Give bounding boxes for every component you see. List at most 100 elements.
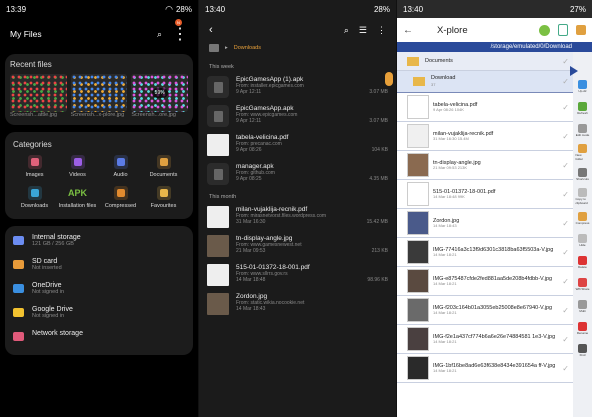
file-row[interactable]: IMG-f2e1a437cf774b6a6e26e74884581 1e3-V.… — [397, 325, 573, 354]
tool-wifi-share[interactable]: Wifi Share — [576, 274, 590, 294]
file-row[interactable]: tn-display-angle.jpg From: www.gamesnewes… — [199, 235, 396, 257]
file-row[interactable]: milan-vujaklija-recnik.pdf 31 Mar 16:30 1… — [397, 122, 573, 151]
select-checkbox[interactable]: ✓ — [562, 132, 569, 141]
tool-label: Compress — [575, 220, 590, 225]
select-checkbox[interactable]: ✓ — [562, 335, 569, 344]
more-options-button[interactable]: ⋮ — [377, 25, 386, 36]
file-row[interactable]: manager.apk From: github.com 9 Apr 08:25 4.… — [199, 163, 396, 185]
tool-find[interactable]: Find — [576, 340, 590, 360]
tool-edit-mode[interactable]: Edit mode — [576, 120, 590, 140]
file-row[interactable]: Zordon.jpg From: static.wikia.nocookie.ne… — [199, 293, 396, 315]
category-audio[interactable]: Audio — [99, 155, 142, 178]
category-compressed[interactable]: Compressed — [99, 186, 142, 209]
folder-row[interactable]: Download 37 ✓ — [397, 71, 573, 93]
file-list: Documents ✓ Download 37 ✓ tabela-velicina.p… — [397, 52, 573, 417]
tool-label: Shortcuts — [576, 176, 589, 181]
pdf-thumb-icon — [207, 134, 229, 156]
file-row[interactable]: IMG-f203c164b01a3055eb25008e8e67940-V.jp… — [397, 296, 573, 325]
file-row[interactable]: IMG-e875487cfde2fed881aa5de208b4fdbb-V.j… — [397, 267, 573, 296]
file-row[interactable]: Zordon.jpg 14 Mar 18:43 ✓ — [397, 209, 573, 238]
settings-icon[interactable] — [539, 24, 550, 36]
category-images[interactable]: Images — [13, 155, 56, 178]
file-row[interactable]: IMG-1bf16be8ad6e63f638e8434e391654a ff-V… — [397, 354, 573, 383]
category-videos[interactable]: Videos — [56, 155, 99, 178]
recent-file-thumb[interactable]: 59% Screensh...ore.jpg — [131, 74, 189, 118]
search-icon[interactable]: ⌕ — [344, 25, 349, 36]
file-meta: 14 Mar 18:43 — [236, 306, 266, 312]
category-documents[interactable]: Documents — [142, 155, 185, 178]
folder-icon — [407, 56, 419, 66]
select-checkbox[interactable]: ✓ — [562, 190, 569, 199]
breadcrumb-current[interactable]: Downloads — [234, 45, 261, 51]
tool-delete[interactable]: Delete — [576, 252, 590, 272]
file-row[interactable]: tabela-velicina.pdf From: precanac.com 9 A… — [199, 134, 396, 156]
file-meta: 9 Apr 08:26 104 KB — [236, 147, 388, 153]
video-icon — [70, 155, 85, 169]
category-installation-files[interactable]: APK Installation files — [56, 186, 99, 209]
file-row[interactable]: milan-vujaklija-recnik.pdf From: mirasnet… — [199, 206, 396, 228]
file-row[interactable]: EpicGamesApp.apk From: www.epicgames.com 9… — [199, 105, 396, 127]
tool-refresh[interactable]: Refresh — [576, 98, 590, 118]
list-view-icon[interactable]: ☰ — [359, 25, 367, 36]
file-row[interactable]: tn-display-angle.jpg 21 Mar 09:53 213K ✓ — [397, 151, 573, 180]
storage-google-drive[interactable]: Google Drive Not signed in — [5, 306, 193, 319]
tool-label: Delete — [578, 264, 587, 269]
menu-icon[interactable] — [576, 25, 586, 35]
tool-copy-to-clipboard[interactable]: Copy to clipboard — [576, 186, 590, 206]
section-this-month: This month — [209, 194, 237, 200]
zip-icon — [113, 186, 128, 200]
select-checkbox[interactable]: ✓ — [562, 277, 569, 286]
file-row[interactable]: 515-01-01372-18-001.pdf 14 Mar 18:48 99K ✓ — [397, 180, 573, 209]
document-icon — [156, 155, 171, 169]
tool-hide[interactable]: Hide — [576, 230, 590, 250]
search-icon[interactable]: ⌕ — [157, 29, 162, 39]
file-row[interactable]: tabela-velicina.pdf 9 Apr 08:26 104K ✓ — [397, 93, 573, 122]
storage-internal-storage[interactable]: Internal storage 121 GB / 256 GB — [5, 234, 193, 247]
file-row[interactable]: 515-01-01372-18-001.pdf From: www.sllrrs.… — [199, 264, 396, 286]
tool-compress[interactable]: Compress — [576, 208, 590, 228]
select-checkbox[interactable]: ✓ — [562, 364, 569, 373]
file-meta: 14 Mar 18:21 — [433, 251, 457, 257]
folder-row[interactable]: Documents ✓ — [397, 52, 573, 71]
tool-rename[interactable]: Rename — [576, 318, 590, 338]
category-label: Installation files — [58, 203, 97, 209]
file-thumb — [407, 327, 429, 351]
more-options-button[interactable]: ⋮ N — [172, 19, 188, 44]
notification-badge: N — [175, 19, 182, 26]
star-icon — [156, 186, 171, 200]
tool-up-dir[interactable]: Up-dir — [576, 76, 590, 96]
tool-new-folder[interactable]: New folder — [576, 142, 590, 162]
download-icon — [27, 186, 42, 200]
category-downloads[interactable]: Downloads — [13, 186, 56, 209]
tool-icon — [578, 211, 587, 221]
home-icon[interactable] — [209, 44, 219, 52]
scroll-handle[interactable] — [385, 72, 393, 86]
category-favourites[interactable]: Favourites — [142, 186, 185, 209]
select-checkbox[interactable]: ✓ — [562, 306, 569, 315]
select-checkbox[interactable]: ✓ — [562, 248, 569, 257]
category-label: Favourites — [150, 203, 177, 209]
back-arrow-icon[interactable]: ‹ — [209, 24, 213, 36]
back-arrow-icon[interactable]: ← — [403, 25, 413, 36]
tool-icon — [578, 143, 587, 153]
storage-onedrive[interactable]: OneDrive Not signed in — [5, 282, 193, 295]
storage-sd-card[interactable]: SD card Not inserted — [5, 258, 193, 271]
tool-sidebar: Up-dir Refresh Edit mode New folder Shortcut… — [573, 52, 592, 417]
file-row[interactable]: IMG-77416a3c13f9d6301c3818ba63f5503a-V.j… — [397, 238, 573, 267]
tool-shortcuts[interactable]: Shortcuts — [576, 164, 590, 184]
phone-icon[interactable] — [558, 24, 568, 36]
category-label: Videos — [69, 172, 86, 178]
file-name: milan-vujaklija-recnik.pdf — [236, 206, 308, 213]
tool-multi[interactable]: Multi — [576, 296, 590, 316]
recent-file-thumb[interactable]: Screensh...x-plore.jpg — [70, 74, 128, 118]
select-checkbox[interactable]: ✓ — [562, 219, 569, 228]
storage-name: SD card — [32, 258, 58, 265]
category-label: Images — [25, 172, 44, 178]
select-checkbox[interactable]: ✓ — [562, 161, 569, 170]
status-bar: 13:40 28% — [199, 0, 396, 18]
recent-file-thumb[interactable]: Screensh...attle.jpg — [10, 74, 67, 118]
file-row[interactable]: EpicGamesApp (1).apk From: installer.epic… — [199, 76, 396, 98]
select-checkbox[interactable]: ✓ — [562, 103, 569, 112]
storage-network-storage[interactable]: Network storage — [5, 330, 193, 341]
file-meta: 14 Mar 18:48 98.96 KB — [236, 277, 388, 283]
